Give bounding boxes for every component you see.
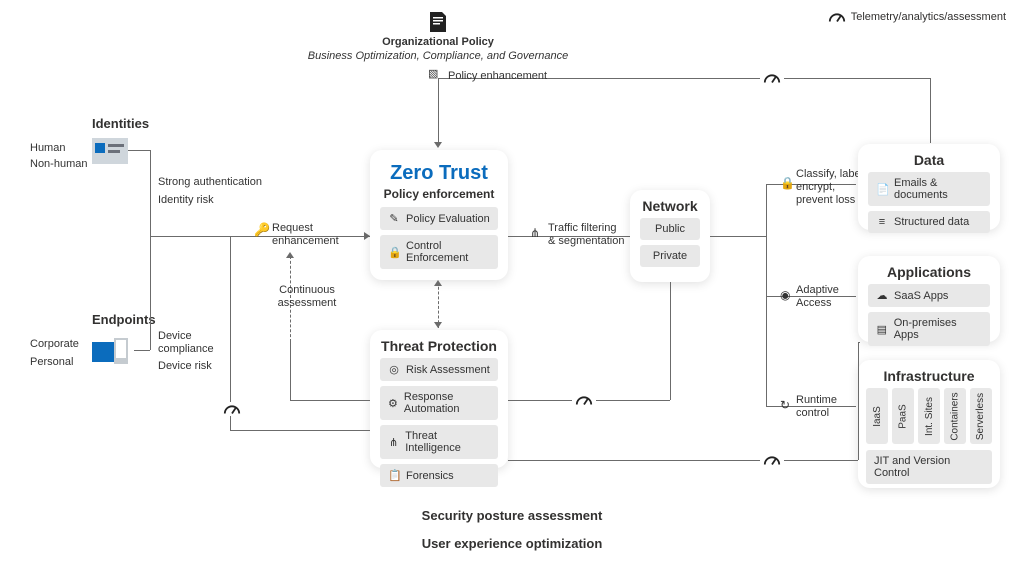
apps-saas: ☁SaaS Apps [868,284,990,307]
org-policy-subtitle: Business Optimization, Compliance, and G… [0,50,876,63]
applications-box: Applications ☁SaaS Apps ▤On-premises App… [858,256,1000,342]
segment-icon: ⋔ [530,226,540,240]
docs-icon: 📄 [876,183,888,196]
network-private: Private [640,245,700,267]
data-box: Data 📄Emails & documents ≡Structured dat… [858,144,1000,230]
apps-title: Applications [858,256,1000,284]
zero-trust-diagram: { "legend": { "telemetry": "Telemetry/an… [0,0,1024,576]
devices-icon [92,338,132,371]
document-icon [428,10,448,34]
response-automation-pill: ⚙Response Automation [380,386,498,420]
infrastructure-box: Infrastructure IaaS PaaS Int. Sites Cont… [858,360,1000,488]
traffic-l2: & segmentation [548,235,624,248]
request-enh-l2: enhancement [272,235,339,248]
endpoints-personal: Personal [30,356,73,369]
endpoints-corporate: Corporate [30,338,79,351]
forensics-pill: 📋Forensics [380,464,498,487]
continuous-label: Continuous assessment [272,284,342,310]
policy-enhancement-label: Policy enhancement [448,70,547,83]
infra-paas: PaaS [892,388,914,444]
fingerprint-icon: ◉ [780,288,790,302]
id-badge-icon [92,138,128,169]
request-enh-l1: Request [272,222,313,235]
network-public: Public [640,218,700,240]
strong-auth-label: Strong authentication [158,176,262,189]
threat-protection-box: Threat Protection ◎Risk Assessment ⚙Resp… [370,330,508,468]
gears-icon: ⚙ [388,397,398,410]
legend-telemetry: Telemetry/analytics/assessment [828,10,1006,24]
zero-trust-box: Zero Trust Policy enforcement ✎Policy Ev… [370,150,508,280]
rule-ux: User experience optimization [406,536,619,551]
infra-title: Infrastructure [858,360,1000,388]
gauge-policy [760,71,784,85]
network-box: Network Public Private [630,190,710,282]
lock2-icon: 🔒 [780,176,795,190]
adaptive-l1: Adaptive [796,284,839,297]
share-icon: ⋔ [388,436,399,449]
db-icon: ≡ [876,216,888,228]
threat-intel-pill: ⋔Threat Intelligence [380,425,498,459]
identity-risk-label: Identity risk [158,194,214,207]
lock-icon: 🔒 [388,246,400,259]
network-title: Network [630,190,710,218]
risk-assessment-pill: ◎Risk Assessment [380,358,498,381]
zero-trust-title: Zero Trust [370,150,508,187]
rule-posture: Security posture assessment [406,508,619,523]
runtime-l2: control [796,407,829,420]
control-enforce-pill: 🔒Control Enforcement [380,235,498,269]
forensics-icon: 📋 [388,469,400,482]
data-structured: ≡Structured data [868,211,990,233]
infra-iaas: IaaS [866,388,888,444]
apps-onprem: ▤On-premises Apps [868,312,990,346]
pencil-icon: ✎ [388,212,400,225]
identities-human: Human [30,142,65,155]
infra-jit: JIT and Version Control [866,450,992,484]
data-title: Data [858,144,1000,172]
gauge-endpoints [220,402,244,416]
identities-title: Identities [92,116,149,131]
device-compliance-label: Device compliance [158,330,228,356]
legend-text: Telemetry/analytics/assessment [851,11,1006,23]
infra-containers: Containers [944,388,966,444]
target-icon: ◎ [388,363,400,376]
server-icon: ▤ [876,323,888,336]
org-policy-title: Organizational Policy [0,36,876,49]
cloud-icon: ☁ [876,289,888,302]
zero-trust-subtitle: Policy enforcement [370,187,508,207]
key-icon: 🔑 [254,222,270,238]
gauge-threat-net [572,393,596,407]
policy-eval-pill: ✎Policy Evaluation [380,207,498,230]
endpoints-title: Endpoints [92,312,156,327]
data-emails: 📄Emails & documents [868,172,990,206]
identities-nonhuman: Non-human [30,158,87,171]
policy-enhancement-icon: ▧ [428,68,438,81]
sync-icon: ↻ [780,398,790,412]
gauge-threat-right [760,453,784,467]
device-risk-label: Device risk [158,360,212,373]
traffic-l1: Traffic filtering [548,222,616,235]
adaptive-l2: Access [796,297,831,310]
infra-intsites: Int. Sites [918,388,940,444]
runtime-l1: Runtime [796,394,837,407]
gauge-icon [828,10,846,24]
threat-title: Threat Protection [370,330,508,358]
infra-serverless: Serverless [970,388,992,444]
